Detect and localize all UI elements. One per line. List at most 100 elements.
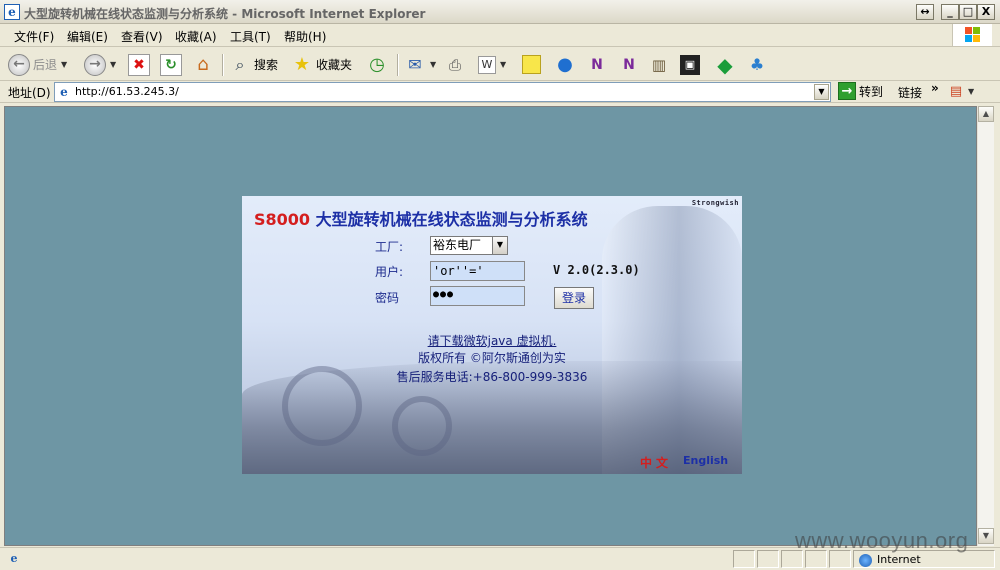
- onenote-icon: N: [591, 56, 603, 73]
- menu-view[interactable]: 查看(V): [121, 28, 163, 45]
- watermark: www.wooyun.org: [795, 528, 969, 553]
- scroll-down-icon[interactable]: ▼: [978, 528, 994, 544]
- forward-dropdown-icon[interactable]: ▼: [110, 60, 116, 69]
- pdf-addon-icon: ▤: [949, 83, 963, 99]
- messenger-button[interactable]: ●: [554, 52, 576, 77]
- ie-page-icon: e: [4, 4, 20, 20]
- windows-flag-icon: [965, 27, 981, 43]
- restore-resize-button[interactable]: ↔: [916, 4, 934, 20]
- address-label: 地址(D): [8, 86, 51, 100]
- toolbar-separator: [222, 54, 224, 76]
- chevron-down-icon[interactable]: ▼: [492, 237, 507, 254]
- address-dropdown-icon[interactable]: ▼: [814, 84, 829, 100]
- back-arrow-icon: ←: [8, 53, 30, 76]
- close-button[interactable]: X: [977, 4, 995, 20]
- onenote-send-button[interactable]: N: [618, 52, 640, 77]
- search-label: 搜索: [254, 58, 279, 72]
- stop-button[interactable]: ✖: [128, 52, 150, 77]
- favorites-button[interactable]: ★ 收藏夹: [291, 52, 352, 77]
- addon-button[interactable]: ◆: [714, 52, 736, 77]
- search-button[interactable]: ⌕ 搜索: [229, 52, 279, 77]
- refresh-button[interactable]: ↻: [160, 52, 182, 77]
- notes-button[interactable]: [522, 52, 541, 77]
- capture-icon: ▣: [680, 54, 700, 75]
- password-field[interactable]: ●●●: [430, 286, 525, 306]
- favorites-label: 收藏夹: [316, 58, 353, 72]
- links-label[interactable]: 链接: [898, 84, 922, 101]
- page-status-icon: e: [10, 552, 18, 565]
- factory-select[interactable]: 裕东电厂 ▼: [430, 236, 508, 255]
- windows-logo: [952, 24, 992, 46]
- factory-label: 工厂:: [375, 240, 404, 254]
- factory-select-value: 裕东电厂: [433, 238, 482, 252]
- ie-page-icon: e: [60, 85, 68, 99]
- research-books-icon: ▥: [651, 55, 667, 74]
- gear-illustration: [392, 396, 452, 456]
- maximize-button[interactable]: □: [959, 4, 977, 20]
- minimize-button[interactable]: _: [941, 4, 959, 20]
- window-title: 大型旋转机械在线状态监测与分析系统 - Microsoft Internet E…: [24, 7, 426, 21]
- language-english-link[interactable]: English: [683, 454, 728, 467]
- go-button[interactable]: → 转到: [838, 82, 883, 100]
- download-java-line: 请下载微软java 虚拟机.: [242, 332, 742, 349]
- addon-dropdown-icon[interactable]: ▼: [968, 87, 974, 96]
- language-chinese-link[interactable]: 中文: [640, 454, 672, 471]
- star-icon: ★: [293, 54, 311, 75]
- history-icon: ◷: [369, 54, 385, 75]
- screenshot-button[interactable]: ▣: [680, 52, 700, 77]
- stop-icon: ✖: [128, 53, 150, 76]
- buddies-icon: ♣: [749, 55, 765, 74]
- standard-toolbar: ← 后退 ▼ → ▼ ✖ ↻ ⌂ ⌕ 搜索 ★ 收藏夹 ◷ ✉ ▼ ⎙ W ▼ …: [0, 48, 1000, 81]
- system-name: 大型旋转机械在线状态监测与分析系统: [315, 210, 588, 229]
- home-icon: ⌂: [197, 54, 209, 75]
- login-panel: Strongwish S8000 大型旋转机械在线状态监测与分析系统 工厂: 裕…: [242, 196, 742, 474]
- page-title: S8000 大型旋转机械在线状态监测与分析系统: [254, 206, 588, 230]
- edit-dropdown-icon[interactable]: ▼: [500, 60, 506, 69]
- url-text[interactable]: http://61.53.245.3/: [75, 85, 179, 98]
- onenote-send-icon: N: [623, 56, 635, 73]
- download-java-link[interactable]: 请下载微软java 虚拟机.: [428, 334, 557, 348]
- mail-button[interactable]: ✉ ▼: [404, 52, 436, 77]
- username-field[interactable]: 'or''=': [430, 261, 525, 281]
- links-chevron-icon[interactable]: »: [931, 81, 939, 95]
- zone-label: Internet: [877, 553, 921, 566]
- address-toolbar-addon[interactable]: ▤ ▼: [948, 83, 974, 99]
- menu-favorites[interactable]: 收藏(A): [175, 28, 217, 45]
- menu-bar: 文件(F) 编辑(E) 查看(V) 收藏(A) 工具(T) 帮助(H): [0, 24, 1000, 47]
- toolbar-separator: [397, 54, 399, 76]
- edit-word-button[interactable]: W ▼: [478, 52, 506, 77]
- address-input[interactable]: e http://61.53.245.3/ ▼: [54, 82, 831, 102]
- internet-globe-icon: [859, 554, 872, 567]
- status-pane: [733, 550, 755, 568]
- messenger-buddies-button[interactable]: ♣: [746, 52, 768, 77]
- user-label: 用户:: [375, 265, 404, 279]
- go-label: 转到: [859, 84, 884, 99]
- sticky-note-icon: [522, 55, 541, 74]
- menu-file[interactable]: 文件(F): [14, 28, 54, 45]
- research-button[interactable]: ▥: [648, 52, 670, 77]
- login-button[interactable]: 登录: [554, 287, 594, 309]
- forward-button[interactable]: → ▼: [84, 52, 116, 77]
- word-icon: W: [478, 55, 496, 74]
- copyright-text: 版权所有 ©阿尔斯通创为实: [418, 351, 566, 365]
- menu-help[interactable]: 帮助(H): [284, 28, 326, 45]
- scroll-up-icon[interactable]: ▲: [978, 106, 994, 122]
- history-button[interactable]: ◷: [366, 52, 388, 77]
- diamond-addon-icon: ◆: [717, 52, 733, 77]
- mail-dropdown-icon[interactable]: ▼: [430, 60, 436, 69]
- back-dropdown-icon[interactable]: ▼: [61, 60, 67, 69]
- back-label: 后退: [33, 58, 58, 72]
- back-button[interactable]: ← 后退 ▼: [8, 52, 67, 77]
- forward-arrow-icon: →: [84, 53, 106, 76]
- messenger-icon: ●: [557, 54, 573, 75]
- menu-edit[interactable]: 编辑(E): [67, 28, 108, 45]
- version-text: V 2.0(2.3.0): [553, 263, 640, 277]
- menu-tools[interactable]: 工具(T): [230, 28, 271, 45]
- brand-logo: Strongwish: [691, 199, 739, 207]
- vertical-scrollbar[interactable]: ▲ ▼: [977, 106, 994, 546]
- onenote-button[interactable]: N: [586, 52, 608, 77]
- printer-icon: ⎙: [448, 55, 461, 74]
- print-button[interactable]: ⎙: [444, 52, 466, 77]
- home-button[interactable]: ⌂: [192, 52, 214, 77]
- refresh-icon: ↻: [160, 53, 182, 76]
